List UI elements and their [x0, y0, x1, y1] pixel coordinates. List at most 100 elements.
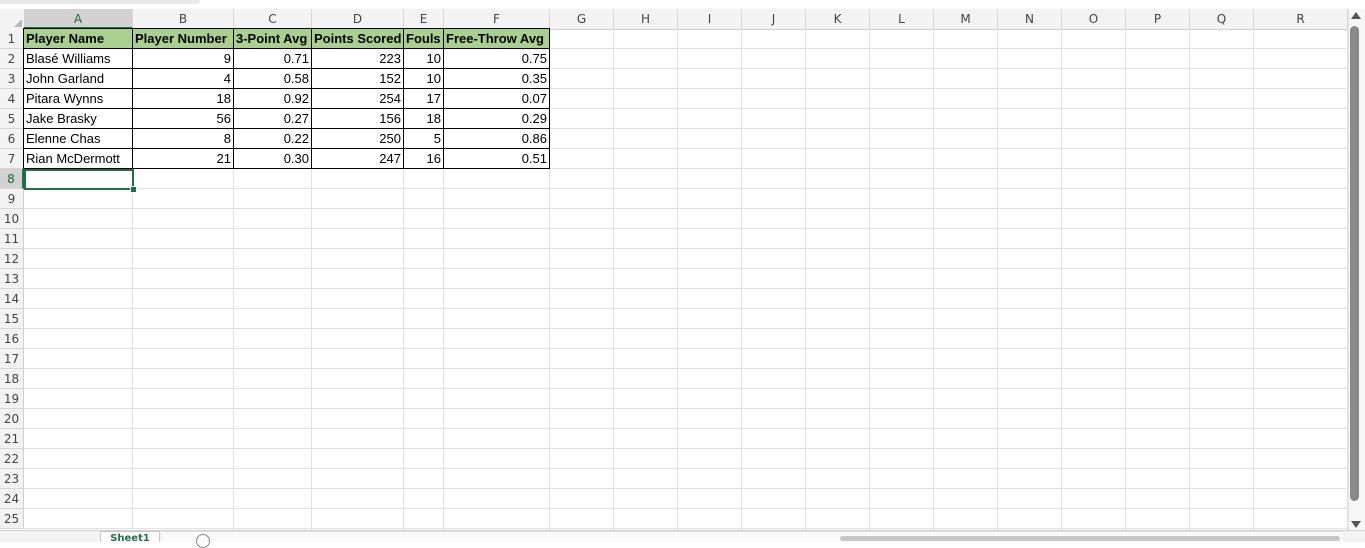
- cell-f6[interactable]: 0.86: [443, 128, 550, 149]
- column-header-h[interactable]: H: [614, 9, 678, 29]
- column-header-a[interactable]: A: [24, 9, 133, 29]
- cell-f3[interactable]: 0.35: [443, 68, 550, 89]
- column-header-k[interactable]: K: [806, 9, 870, 29]
- row-header-14[interactable]: 14: [0, 289, 24, 309]
- row-header-23[interactable]: 23: [0, 469, 24, 489]
- row-header-21[interactable]: 21: [0, 429, 24, 449]
- column-header-c[interactable]: C: [234, 9, 312, 29]
- row-header-20[interactable]: 20: [0, 409, 24, 429]
- new-sheet-plus-icon[interactable]: [196, 534, 210, 548]
- cell-a5[interactable]: Jake Brasky: [23, 108, 133, 129]
- column-header-f[interactable]: F: [444, 9, 550, 29]
- spreadsheet-grid[interactable]: ABCDEFGHIJKLMNOPQR 1 2 3 4 5 6 7 8 9 10 11 12 13 14 15…: [0, 0, 1348, 530]
- row-header-5[interactable]: 5: [0, 109, 24, 129]
- horizontal-scroll-thumb[interactable]: [840, 536, 1340, 541]
- cell-b7[interactable]: 21: [132, 148, 234, 169]
- cell-f7[interactable]: 0.51: [443, 148, 550, 169]
- gridline-vertical: [869, 29, 870, 530]
- row-header-18[interactable]: 18: [0, 369, 24, 389]
- cell-a3[interactable]: John Garland: [23, 68, 133, 89]
- cell-e1[interactable]: Fouls: [403, 28, 444, 49]
- row-header-24[interactable]: 24: [0, 489, 24, 509]
- column-header-l[interactable]: L: [870, 9, 934, 29]
- column-header-n[interactable]: N: [998, 9, 1062, 29]
- cell-b3[interactable]: 4: [132, 68, 234, 89]
- cell-f1[interactable]: Free-Throw Avg: [443, 28, 550, 49]
- scroll-down-icon[interactable]: [1351, 521, 1361, 528]
- cell-d7[interactable]: 247: [311, 148, 404, 169]
- cell-e3[interactable]: 10: [403, 68, 444, 89]
- cell-e2[interactable]: 10: [403, 48, 444, 69]
- gridline-horizontal: [24, 208, 1348, 209]
- column-header-j[interactable]: J: [742, 9, 806, 29]
- gridline-vertical: [1061, 29, 1062, 530]
- cell-c4[interactable]: 0.92: [233, 88, 312, 109]
- cell-b2[interactable]: 9: [132, 48, 234, 69]
- cell-d4[interactable]: 254: [311, 88, 404, 109]
- cell-b5[interactable]: 56: [132, 108, 234, 129]
- cell-f5[interactable]: 0.29: [443, 108, 550, 129]
- column-header-o[interactable]: O: [1062, 9, 1126, 29]
- cell-e7[interactable]: 16: [403, 148, 444, 169]
- row-header-2[interactable]: 2: [0, 49, 24, 69]
- cell-d6[interactable]: 250: [311, 128, 404, 149]
- row-header-25[interactable]: 25: [0, 509, 24, 529]
- cell-c6[interactable]: 0.22: [233, 128, 312, 149]
- gridline-horizontal: [24, 368, 1348, 369]
- column-header-g[interactable]: G: [550, 9, 614, 29]
- cell-a6[interactable]: Elenne Chas: [23, 128, 133, 149]
- row-header-7[interactable]: 7: [0, 149, 24, 169]
- row-header-1[interactable]: 1: [0, 29, 24, 49]
- column-header-d[interactable]: D: [312, 9, 404, 29]
- cell-c5[interactable]: 0.27: [233, 108, 312, 129]
- cell-c2[interactable]: 0.71: [233, 48, 312, 69]
- cell-d2[interactable]: 223: [311, 48, 404, 69]
- cell-b4[interactable]: 18: [132, 88, 234, 109]
- row-header-12[interactable]: 12: [0, 249, 24, 269]
- row-header-19[interactable]: 19: [0, 389, 24, 409]
- cell-a2[interactable]: Blasé Williams: [23, 48, 133, 69]
- row-header-3[interactable]: 3: [0, 69, 24, 89]
- sheet-tab[interactable]: Sheet1: [100, 531, 160, 542]
- column-header-i[interactable]: I: [678, 9, 742, 29]
- column-header-r[interactable]: R: [1254, 9, 1348, 29]
- vertical-scroll-thumb[interactable]: [1350, 26, 1359, 501]
- row-header-4[interactable]: 4: [0, 89, 24, 109]
- row-header-11[interactable]: 11: [0, 229, 24, 249]
- cell-f2[interactable]: 0.75: [443, 48, 550, 69]
- row-header-15[interactable]: 15: [0, 309, 24, 329]
- scroll-up-icon[interactable]: [1351, 12, 1361, 19]
- cell-b6[interactable]: 8: [132, 128, 234, 149]
- cell-d3[interactable]: 152: [311, 68, 404, 89]
- cell-f4[interactable]: 0.07: [443, 88, 550, 109]
- cell-c3[interactable]: 0.58: [233, 68, 312, 89]
- row-header-9[interactable]: 9: [0, 189, 24, 209]
- column-header-e[interactable]: E: [404, 9, 444, 29]
- gridline-horizontal: [24, 228, 1348, 229]
- column-header-p[interactable]: P: [1126, 9, 1190, 29]
- cell-c1[interactable]: 3-Point Avg: [233, 28, 312, 49]
- cell-c7[interactable]: 0.30: [233, 148, 312, 169]
- column-header-b[interactable]: B: [133, 9, 234, 29]
- cell-e6[interactable]: 5: [403, 128, 444, 149]
- row-header-17[interactable]: 17: [0, 349, 24, 369]
- cell-e4[interactable]: 17: [403, 88, 444, 109]
- row-header-13[interactable]: 13: [0, 269, 24, 289]
- cell-a7[interactable]: Rian McDermott: [23, 148, 133, 169]
- row-header-22[interactable]: 22: [0, 449, 24, 469]
- cell-d5[interactable]: 156: [311, 108, 404, 129]
- row-header-8[interactable]: 8: [0, 169, 24, 189]
- column-header-q[interactable]: Q: [1190, 9, 1254, 29]
- select-all-button[interactable]: [0, 9, 25, 29]
- row-header-16[interactable]: 16: [0, 329, 24, 349]
- cell-a1[interactable]: Player Name: [23, 28, 133, 49]
- cell-a4[interactable]: Pitara Wynns: [23, 88, 133, 109]
- row-header-6[interactable]: 6: [0, 129, 24, 149]
- row-header-10[interactable]: 10: [0, 209, 24, 229]
- cell-e5[interactable]: 18: [403, 108, 444, 129]
- cell-d1[interactable]: Points Scored: [311, 28, 404, 49]
- gridline-horizontal: [24, 408, 1348, 409]
- fill-handle[interactable]: [130, 186, 137, 193]
- cell-b1[interactable]: Player Number: [132, 28, 234, 49]
- column-header-m[interactable]: M: [934, 9, 998, 29]
